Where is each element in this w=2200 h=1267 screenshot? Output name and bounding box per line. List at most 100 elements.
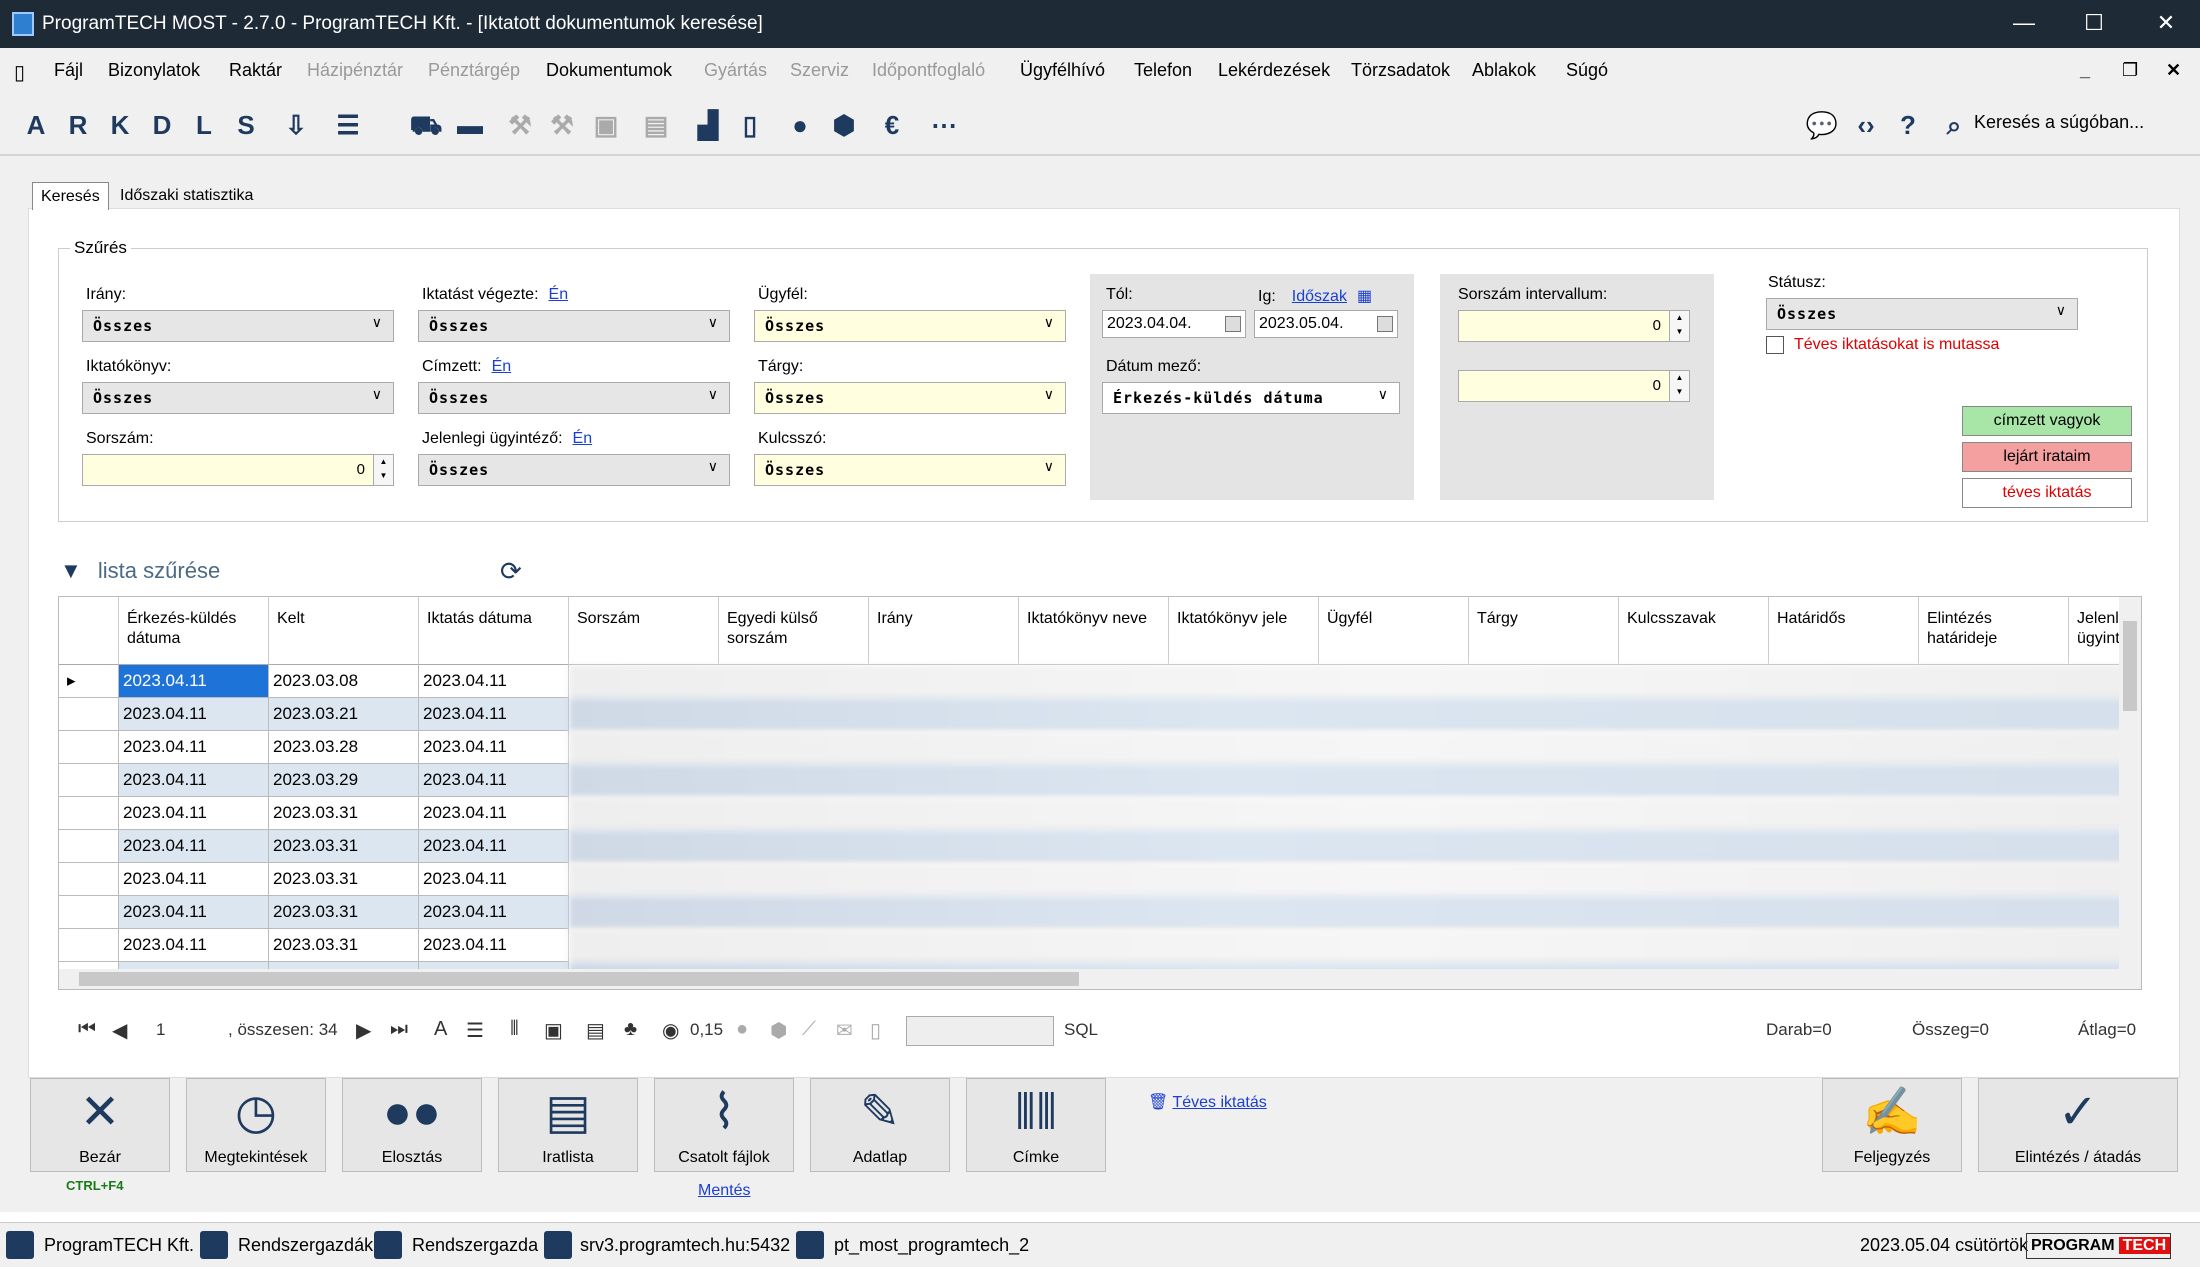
row-selector[interactable] — [59, 929, 119, 962]
spinner-arrows-icon[interactable]: ▲ ▼ — [373, 455, 393, 485]
serial-from-spinner[interactable]: 0 ▲ ▼ — [1458, 310, 1690, 342]
table-cell[interactable]: 2023.04.11 — [419, 764, 569, 797]
resolve-button[interactable]: ✓ Elintézés / átadás — [1978, 1078, 2178, 1172]
new-d-icon[interactable]: D — [144, 104, 180, 146]
page-size[interactable]: 0,15 — [690, 1020, 723, 1040]
table-cell[interactable]: 2023.03.29 — [269, 764, 419, 797]
help-icon[interactable]: ? — [1890, 104, 1926, 146]
from-date-input[interactable]: 2023.04.04. — [1102, 310, 1246, 338]
copy-icon[interactable]: ▯ — [870, 1018, 881, 1043]
table-cell[interactable]: 2023.03.31 — [269, 896, 419, 929]
close-button[interactable]: ✕ Bezár — [30, 1078, 170, 1172]
subject-select[interactable]: Összes ∨ — [754, 382, 1066, 414]
row-selector[interactable] — [59, 764, 119, 797]
handler-select[interactable]: Összes ∨ — [418, 454, 730, 486]
menu-telefon[interactable]: Telefon — [1134, 60, 1192, 81]
row-selector[interactable] — [59, 731, 119, 764]
column-header[interactable]: Határidős — [1769, 597, 1919, 665]
person-icon[interactable]: ● — [782, 104, 818, 146]
table-cell[interactable]: 2023.04.11 — [119, 929, 269, 962]
chart-icon[interactable]: ⟋ — [802, 1018, 816, 1041]
menu-ablakok[interactable]: Ablakok — [1472, 60, 1536, 81]
doclist-button[interactable]: ▤ Iratlista — [498, 1078, 638, 1172]
help-search-input[interactable]: Keresés a súgóban... — [1974, 112, 2144, 133]
doc-menu-icon[interactable]: ▯ — [14, 60, 25, 85]
calendar-icon[interactable] — [1225, 316, 1241, 332]
expired-filter-button[interactable]: lejárt irataim — [1962, 442, 2132, 472]
code-icon[interactable]: ‹› — [1848, 104, 1884, 146]
datasheet-button[interactable]: ✎ Adatlap — [810, 1078, 950, 1172]
maximize-icon[interactable]: ☐ — [2064, 6, 2124, 40]
book-select[interactable]: Összes ∨ — [82, 382, 394, 414]
table-cell[interactable]: 2023.04.11 — [419, 896, 569, 929]
row-selector[interactable] — [59, 896, 119, 929]
client-select[interactable]: Összes ∨ — [754, 310, 1066, 342]
label-button[interactable]: ⦀⦀ Címke — [966, 1078, 1106, 1172]
recipient-me-link[interactable]: Én — [492, 358, 512, 375]
recipient-filter-button[interactable]: címzett vagyok — [1962, 406, 2132, 436]
register-icon[interactable]: ▣ — [588, 104, 624, 146]
table-cell[interactable]: 2023.03.31 — [269, 830, 419, 863]
doc-search-icon[interactable]: ▯ — [732, 104, 768, 146]
menu-idopontfoglalo[interactable]: Időpontfoglaló — [872, 60, 985, 81]
table-cell[interactable]: 2023.04.11 — [119, 863, 269, 896]
user-desk-icon[interactable]: ▟ — [690, 104, 726, 146]
table-cell[interactable]: 2023.04.11 — [419, 797, 569, 830]
menu-penztargep[interactable]: Pénztárgép — [428, 60, 520, 81]
menu-hazipenztar[interactable]: Házipénztár — [307, 60, 403, 81]
table-cell[interactable]: 2023.04.11 — [119, 764, 269, 797]
list-view-icon[interactable]: ☰ — [466, 1018, 484, 1043]
direction-select[interactable]: Összes ∨ — [82, 310, 394, 342]
tree-icon[interactable]: ♣ — [624, 1018, 637, 1041]
serial-spinner[interactable]: 0 ▲ ▼ — [82, 454, 394, 486]
column-header[interactable]: Ügyfél — [1319, 597, 1469, 665]
tab-idoszaki-statisztika[interactable]: Időszaki statisztika — [112, 182, 261, 210]
table-cell[interactable]: 2023.04.11 — [119, 665, 269, 698]
table-cell[interactable]: 2023.04.11 — [419, 665, 569, 698]
table-cell[interactable]: 2023.03.28 — [269, 731, 419, 764]
calendar-icon[interactable] — [1377, 316, 1393, 332]
list-filter[interactable]: ▼ lista szűrése — [60, 558, 490, 588]
serial-to-spinner[interactable]: 0 ▲ ▼ — [1458, 370, 1690, 402]
column-header[interactable]: Egyedi külső sorszám — [719, 597, 869, 665]
spinner-arrows-icon[interactable]: ▲ ▼ — [1669, 311, 1689, 341]
more-icon[interactable]: ⋯ — [926, 104, 962, 146]
status-select[interactable]: Összes ∨ — [1766, 298, 2078, 330]
show-wrong-checkbox[interactable] — [1766, 336, 1784, 354]
row-selector[interactable]: ▸ — [59, 665, 119, 698]
spinner-arrows-icon[interactable]: ▲ ▼ — [1669, 371, 1689, 401]
column-header[interactable]: Irány — [869, 597, 1019, 665]
refresh-icon[interactable]: ⟳ — [500, 556, 522, 587]
minimize-icon[interactable]: — — [1994, 6, 2054, 40]
prev-page-icon[interactable]: ◀ — [112, 1018, 127, 1043]
sql-input[interactable] — [906, 1016, 1054, 1046]
registered-by-me-link[interactable]: Én — [549, 286, 569, 303]
registered-by-select[interactable]: Összes ∨ — [418, 310, 730, 342]
person-icon[interactable]: ● — [736, 1018, 748, 1041]
table-cell[interactable]: 2023.04.11 — [119, 797, 269, 830]
chat-icon[interactable]: 💬 — [1804, 104, 1840, 146]
save-icon[interactable]: ▣ — [544, 1018, 563, 1043]
calendar-icon[interactable]: ▦ — [1357, 288, 1372, 305]
table-cell[interactable]: 2023.04.11 — [419, 863, 569, 896]
table-cell[interactable]: 2023.04.11 — [119, 896, 269, 929]
box-icon[interactable]: ⬢ — [770, 1018, 787, 1043]
column-header[interactable]: Elintézés határideje — [1919, 597, 2069, 665]
vertical-scrollbar[interactable] — [2119, 597, 2141, 989]
new-a-icon[interactable]: A — [18, 104, 54, 146]
print-icon[interactable]: ▤ — [586, 1018, 605, 1043]
list-icon[interactable]: ☰ — [330, 104, 366, 146]
menu-ugyfelhivo[interactable]: Ügyfélhívó — [1020, 60, 1105, 81]
new-s-icon[interactable]: S — [228, 104, 264, 146]
font-icon[interactable]: A — [434, 1018, 447, 1041]
box-icon[interactable]: ⬢ — [826, 104, 862, 146]
columns-icon[interactable]: ⦀ — [510, 1018, 519, 1041]
mdi-restore-icon[interactable]: ❐ — [2122, 60, 2138, 81]
last-page-icon[interactable]: ⏭ — [390, 1018, 408, 1041]
column-header[interactable]: Iktatókönyv neve — [1019, 597, 1169, 665]
column-header[interactable]: Kulcsszavak — [1619, 597, 1769, 665]
table-cell[interactable]: 2023.03.31 — [269, 863, 419, 896]
recipient-select[interactable]: Összes ∨ — [418, 382, 730, 414]
tool2-icon[interactable]: ⚒ — [544, 104, 580, 146]
column-header[interactable]: Érkezés-küldés dátuma — [119, 597, 269, 665]
